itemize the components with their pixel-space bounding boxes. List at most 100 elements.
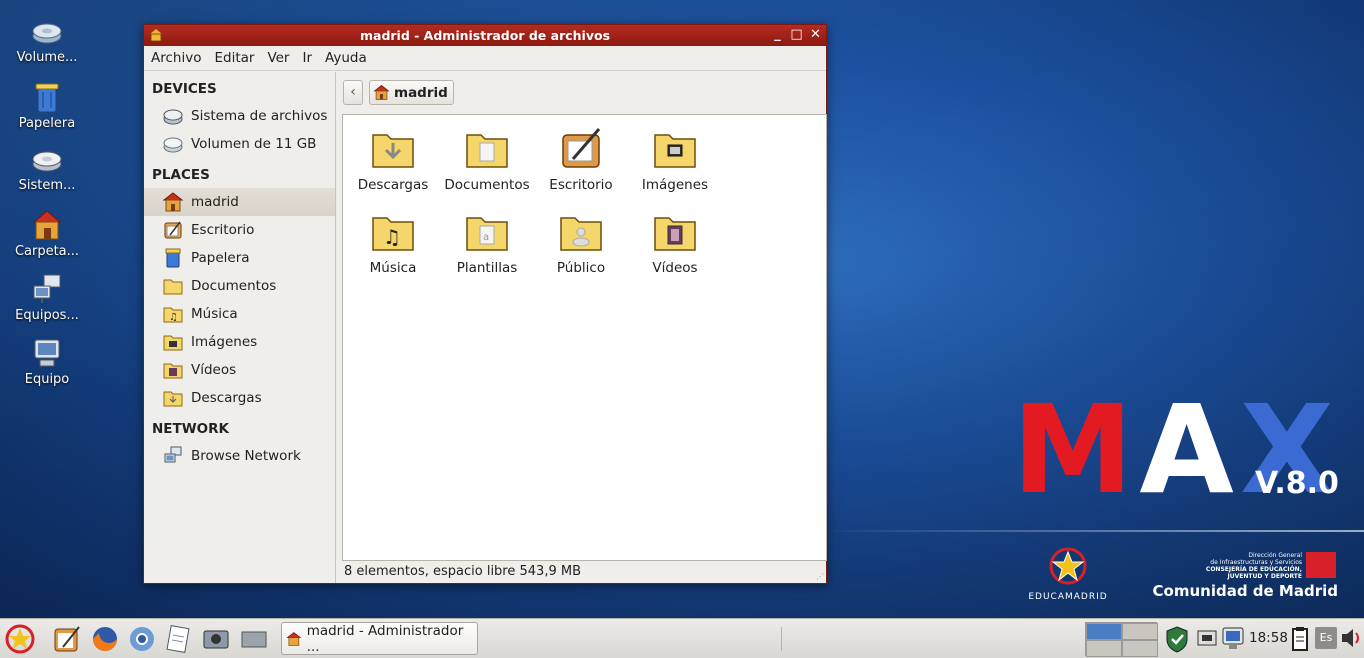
- minimize-button[interactable]: _: [771, 27, 784, 42]
- sidebar-item-volume[interactable]: Volumen de 11 GB: [144, 130, 335, 158]
- update-shield-icon[interactable]: [1164, 625, 1190, 653]
- sidebar-item-browse-network[interactable]: Browse Network: [144, 442, 335, 470]
- trash-icon: [35, 83, 59, 113]
- file-item-documentos[interactable]: Documentos: [442, 125, 532, 193]
- sidebar-item-imagenes[interactable]: Imágenes: [144, 328, 335, 356]
- file-item-musica[interactable]: ♫ Música: [348, 208, 438, 276]
- sidebar-item-descargas[interactable]: Descargas: [144, 384, 335, 412]
- screenshot-icon[interactable]: [200, 623, 232, 655]
- desktop-icon-network[interactable]: Equipos...: [8, 272, 86, 336]
- document-icon[interactable]: [162, 623, 194, 655]
- network-icon: [33, 274, 61, 303]
- keyboard-layout-indicator[interactable]: Es: [1315, 627, 1337, 649]
- downloads-folder-icon: [163, 391, 183, 407]
- sidebar-item-documentos[interactable]: Documentos: [144, 272, 335, 300]
- menu-ayuda[interactable]: Ayuda: [321, 50, 371, 66]
- videos-folder-icon: [163, 363, 183, 379]
- taskbar-separator: [781, 627, 782, 651]
- documents-folder-icon: [466, 134, 508, 168]
- chromium-icon[interactable]: [126, 623, 158, 655]
- menu-ir[interactable]: Ir: [298, 50, 316, 66]
- educamadrid-star-icon: [1049, 547, 1087, 585]
- folder-icon: [163, 279, 183, 295]
- file-item-plantillas[interactable]: a Plantillas: [442, 208, 532, 276]
- maximize-button[interactable]: □: [790, 27, 803, 42]
- svg-text:♫: ♫: [169, 312, 178, 323]
- file-item-videos[interactable]: Vídeos: [630, 208, 720, 276]
- desktop-icon: [164, 221, 182, 239]
- menu-archivo[interactable]: Archivo: [147, 50, 205, 66]
- taskbar: madrid - Administrador ... 18:58 Es: [0, 618, 1364, 658]
- sidebar-item-papelera[interactable]: Papelera: [144, 244, 335, 272]
- menu-ver[interactable]: Ver: [263, 50, 293, 66]
- home-folder-icon: [32, 210, 62, 240]
- menu-editar[interactable]: Editar: [210, 50, 258, 66]
- music-folder-icon: ♫: [372, 217, 414, 251]
- sidebar-header-devices: DEVICES: [152, 81, 217, 97]
- sidebar-item-videos[interactable]: Vídeos: [144, 356, 335, 384]
- desktop-icon: [562, 128, 601, 168]
- sidebar-item-escritorio[interactable]: Escritorio: [144, 216, 335, 244]
- trash-icon: [165, 248, 181, 268]
- workspace-1[interactable]: [1086, 623, 1122, 640]
- educamadrid-logo: EDUCAMADRID: [1028, 546, 1108, 602]
- drive-icon: [163, 137, 183, 153]
- public-folder-icon: [560, 217, 602, 251]
- window-title: madrid - Administrador de archivos: [359, 28, 611, 43]
- network-icon: [164, 446, 182, 463]
- sidebar-item-musica[interactable]: ♫ Música: [144, 300, 335, 328]
- pictures-folder-icon: [654, 134, 696, 168]
- svg-text:a: a: [483, 232, 489, 243]
- music-folder-icon: ♫: [163, 307, 183, 323]
- workspace-2[interactable]: [1122, 623, 1158, 640]
- start-menu-icon[interactable]: [4, 623, 36, 655]
- max-logo-m: M: [1012, 379, 1140, 521]
- max-version: V.8.0: [1255, 466, 1339, 501]
- drive-icon: [32, 23, 62, 44]
- back-button[interactable]: ‹: [343, 80, 363, 105]
- wallpaper-streak: [820, 530, 1364, 532]
- sidebar-header-places: PLACES: [152, 167, 210, 183]
- desktop-icon-volume[interactable]: Volume...: [8, 16, 86, 80]
- text-editor-icon[interactable]: [51, 623, 83, 655]
- location-bar: ‹ madrid: [343, 80, 454, 106]
- sidebar-item-filesystem[interactable]: Sistema de archivos: [144, 102, 335, 130]
- workspace-3[interactable]: [1086, 640, 1122, 657]
- videos-folder-icon: [654, 217, 696, 251]
- workspace-pager[interactable]: [1085, 622, 1158, 657]
- file-item-imagenes[interactable]: Imágenes: [630, 125, 720, 193]
- show-desktop-icon[interactable]: [238, 623, 270, 655]
- sidebar-item-madrid[interactable]: madrid: [144, 188, 335, 216]
- desktop-icon-home[interactable]: Carpeta...: [8, 208, 86, 272]
- breadcrumb-madrid[interactable]: madrid: [369, 80, 454, 105]
- drive-icon: [32, 151, 62, 172]
- clock[interactable]: 18:58: [1249, 630, 1288, 646]
- desktop-icon-trash[interactable]: Papelera: [8, 80, 86, 144]
- close-button[interactable]: ✕: [809, 27, 822, 42]
- clipboard-icon[interactable]: [1290, 625, 1310, 653]
- file-item-publico[interactable]: Público: [536, 208, 626, 276]
- network-status-icon[interactable]: [1221, 625, 1245, 651]
- comunidad-madrid-logo: Dirección General de Infraestructuras y …: [1152, 552, 1338, 600]
- file-item-descargas[interactable]: Descargas: [348, 125, 438, 193]
- computer-icon: [34, 339, 60, 367]
- desktop-icon-filesystem[interactable]: Sistem...: [8, 144, 86, 208]
- home-folder-icon: [162, 192, 184, 212]
- firefox-icon[interactable]: [89, 623, 121, 655]
- svg-text:♫: ♫: [383, 225, 401, 249]
- device-icon[interactable]: [1196, 625, 1218, 649]
- window-resize-grip[interactable]: ⋰: [816, 572, 824, 581]
- workspace-4[interactable]: [1122, 640, 1158, 657]
- home-folder-icon: [373, 85, 390, 100]
- status-bar: 8 elementos, espacio libre 543,9 MB: [344, 564, 581, 579]
- title-bar[interactable]: madrid - Administrador de archivos _ □ ✕: [144, 25, 826, 46]
- file-manager-window: madrid - Administrador de archivos _ □ ✕…: [143, 24, 827, 584]
- downloads-folder-icon: [372, 134, 414, 168]
- sidebar-header-network: NETWORK: [152, 421, 229, 437]
- taskbar-task-file-manager[interactable]: madrid - Administrador ...: [281, 622, 478, 655]
- home-folder-icon: [286, 631, 302, 646]
- file-item-escritorio[interactable]: Escritorio: [536, 125, 626, 193]
- volume-icon[interactable]: [1340, 625, 1362, 651]
- templates-folder-icon: a: [466, 217, 508, 251]
- desktop-icon-computer[interactable]: Equipo: [8, 336, 86, 400]
